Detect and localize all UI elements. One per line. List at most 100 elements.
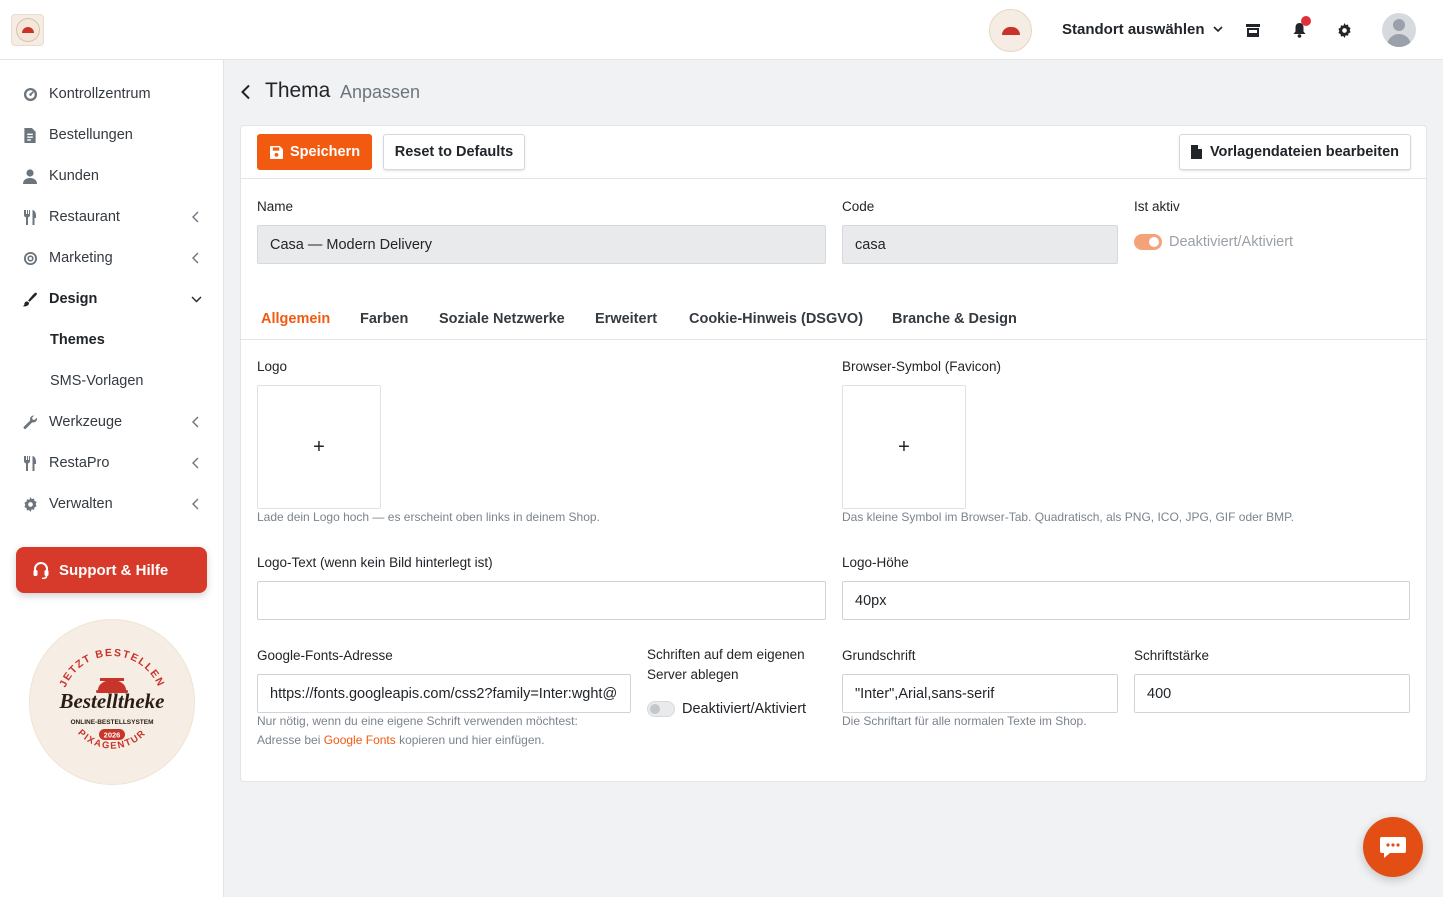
sidebar-item-kunden[interactable]: Kunden	[0, 156, 224, 197]
name-label: Name	[257, 199, 294, 214]
seal-brand: Bestelltheke	[59, 689, 165, 713]
sidebar-item-restaurant[interactable]: Restaurant	[0, 197, 224, 238]
logo-help-text: Lade dein Logo hoch — es erscheint oben …	[257, 510, 600, 524]
bestelltheke-seal-logo: JETZT BESTELLEN Bestelltheke ONLINE-BEST…	[30, 620, 194, 784]
edit-template-files-button[interactable]: Vorlagendateien bearbeiten	[1179, 134, 1411, 170]
sidebar-item-label: RestaPro	[49, 455, 110, 471]
plus-icon: +	[898, 435, 910, 458]
notification-badge	[1301, 16, 1311, 26]
chevron-down-icon	[1212, 26, 1223, 33]
tab-erweitert[interactable]: Erweitert	[595, 311, 657, 327]
google-fonts-url-field[interactable]	[257, 674, 631, 713]
sidebar-item-label: SMS-Vorlagen	[50, 373, 144, 389]
cutlery-icon	[22, 209, 38, 225]
google-fonts-help-line: Adresse bei Google Fonts kopieren und hi…	[257, 731, 637, 750]
headset-icon	[33, 562, 49, 579]
sidebar-item-label: Bestellungen	[49, 127, 133, 143]
edit-template-files-label: Vorlagendateien bearbeiten	[1209, 144, 1400, 160]
location-selector[interactable]: Standort auswählen	[1062, 21, 1223, 38]
save-button-label: Speichern	[290, 144, 361, 160]
seal-tagline: ONLINE-BESTELLSYSTEM	[70, 719, 153, 726]
tab-soziale-netzwerke[interactable]: Soziale Netzwerke	[439, 311, 565, 327]
is-active-label: Ist aktiv	[1134, 199, 1180, 214]
brand-logo[interactable]	[11, 14, 44, 46]
sidebar-item-marketing[interactable]: Marketing	[0, 238, 224, 279]
card-toolbar: Speichern Reset to Defaults Vorlagendate…	[241, 126, 1426, 179]
user-avatar[interactable]	[1382, 13, 1416, 47]
page-subtitle: Anpassen	[340, 82, 421, 102]
sidebar-item-themes[interactable]: Themes	[0, 320, 224, 361]
chevron-left-icon	[192, 252, 199, 264]
self-host-fonts-toggle[interactable]	[647, 701, 675, 717]
sidebar-item-label: Verwalten	[49, 496, 113, 512]
seal-year: 2026	[104, 731, 121, 740]
code-field[interactable]	[842, 225, 1118, 264]
logo-height-field[interactable]	[842, 581, 1410, 620]
code-label: Code	[842, 199, 875, 214]
bullseye-icon	[22, 250, 38, 266]
base-font-label: Grundschrift	[842, 648, 916, 663]
sidebar-item-verwalten[interactable]: Verwalten	[0, 484, 224, 525]
self-host-fonts-label: Schriften auf dem eigenen Server ablegen	[647, 645, 805, 685]
tab-cookie-hinweis[interactable]: Cookie-Hinweis (DSGVO)	[689, 311, 863, 327]
plus-icon: +	[313, 435, 325, 458]
name-field[interactable]	[257, 225, 826, 264]
google-fonts-url-label: Google-Fonts-Adresse	[257, 648, 393, 663]
bell-icon[interactable]	[1288, 16, 1311, 41]
logo-text-field[interactable]	[257, 581, 826, 620]
logo-height-label: Logo-Höhe	[842, 555, 909, 570]
store-icon[interactable]	[1242, 19, 1264, 41]
user-icon	[22, 168, 38, 184]
tab-branche-design[interactable]: Branche & Design	[892, 311, 1017, 327]
favicon-label: Browser-Symbol (Favicon)	[842, 359, 1002, 374]
sidebar-item-label: Themes	[50, 332, 105, 348]
sidebar-item-label: Kontrollzentrum	[49, 86, 151, 102]
sidebar-item-werkzeuge[interactable]: Werkzeuge	[0, 402, 224, 443]
tab-farben[interactable]: Farben	[360, 311, 408, 327]
chevron-left-icon	[192, 211, 199, 223]
favicon-upload[interactable]: +	[842, 385, 966, 509]
floppy-disk-icon	[270, 145, 283, 159]
back-chevron-icon[interactable]	[240, 84, 252, 100]
theme-tabs: Allgemein Farben Soziale Netzwerke Erwei…	[241, 300, 1426, 340]
logo-text-label: Logo-Text (wenn kein Bild hinterlegt ist…	[257, 555, 493, 570]
sidebar-item-sms-vorlagen[interactable]: SMS-Vorlagen	[0, 361, 224, 402]
support-button[interactable]: Support & Hilfe	[16, 547, 207, 593]
settings-gear-icon[interactable]	[1333, 19, 1355, 41]
help-text-part: kopieren und hier einfügen.	[395, 733, 545, 747]
logo-upload[interactable]: +	[257, 385, 381, 509]
page-title: Thema	[265, 79, 331, 102]
self-host-label-line: Server ablegen	[647, 667, 739, 682]
sidebar-item-design[interactable]: Design	[0, 279, 224, 320]
sidebar-item-bestellungen[interactable]: Bestellungen	[0, 115, 224, 156]
theme-editor-card: Speichern Reset to Defaults Vorlagendate…	[240, 125, 1427, 782]
sidebar-item-label: Marketing	[49, 250, 113, 266]
self-host-toggle-label: Deaktiviert/Aktiviert	[682, 701, 807, 717]
font-weight-label: Schriftstärke	[1134, 648, 1210, 663]
base-font-field[interactable]	[842, 674, 1118, 713]
sidebar-item-restapro[interactable]: RestaPro	[0, 443, 224, 484]
chevron-left-icon	[192, 457, 199, 469]
google-fonts-help-text: Nur nötig, wenn du eine eigene Schrift v…	[257, 712, 637, 750]
chat-bubble-icon	[1380, 837, 1406, 858]
base-font-help-text: Die Schriftart für alle normalen Texte i…	[842, 714, 1087, 728]
tab-allgemein[interactable]: Allgemein	[261, 311, 330, 327]
sidebar: Kontrollzentrum Bestellungen Kunden Rest…	[0, 60, 224, 897]
font-weight-field[interactable]	[1134, 674, 1410, 713]
is-active-toggle[interactable]	[1134, 234, 1162, 250]
save-button[interactable]: Speichern	[257, 134, 372, 170]
gear-icon	[22, 496, 38, 512]
sidebar-item-label: Werkzeuge	[49, 414, 123, 430]
reset-to-defaults-button[interactable]: Reset to Defaults	[383, 134, 525, 170]
sidebar-item-label: Design	[49, 291, 98, 307]
google-fonts-link[interactable]: Google Fonts	[324, 733, 396, 747]
dashboard-icon	[22, 86, 38, 102]
favicon-help-text: Das kleine Symbol im Browser-Tab. Quadra…	[842, 510, 1294, 524]
chevron-left-icon	[192, 416, 199, 428]
sidebar-item-kontrollzentrum[interactable]: Kontrollzentrum	[0, 74, 224, 115]
chat-widget-button[interactable]	[1363, 817, 1423, 877]
wrench-icon	[22, 414, 38, 430]
brush-icon	[22, 291, 38, 307]
sidebar-item-label: Kunden	[49, 168, 99, 184]
self-host-label-line: Schriften auf dem eigenen	[647, 647, 805, 662]
